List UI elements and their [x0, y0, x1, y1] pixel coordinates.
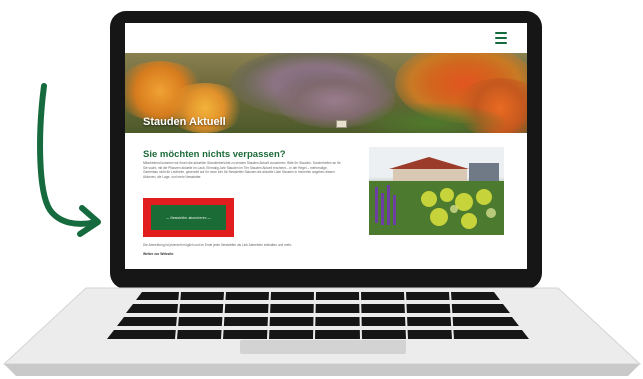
newsletter-subscribe-button[interactable]: — Newsletter abonnieren — — [151, 205, 226, 230]
hero-title: Stauden Aktuell — [143, 116, 226, 128]
nursery-photo — [369, 147, 504, 235]
menu-bar — [495, 42, 507, 44]
section-title: Sie möchten nichts verpassen? — [143, 149, 286, 160]
intro-paragraph: Mitarbeitend kommen wir Ihnen die aktuel… — [143, 161, 341, 179]
nursery-photo-illustration — [369, 147, 504, 235]
menu-bar — [495, 32, 507, 34]
pointing-arrow-icon — [37, 83, 101, 237]
hamburger-menu-icon[interactable] — [495, 32, 507, 44]
cta-highlight-frame: — Newsletter abonnieren — — [143, 198, 234, 237]
laptop-screen: Stauden Aktuell Sie möchten nichts verpa… — [125, 23, 527, 269]
hero-banner: Stauden Aktuell — [125, 53, 527, 133]
menu-bar — [495, 37, 507, 39]
website-link[interactable]: Weiter zur Website. — [143, 252, 174, 256]
plant-label-tag — [336, 120, 347, 128]
site-header — [125, 23, 527, 53]
unsubscribe-note: Die Abmeldung ist jederzeit möglich und … — [143, 243, 293, 247]
laptop-base — [2, 287, 642, 376]
